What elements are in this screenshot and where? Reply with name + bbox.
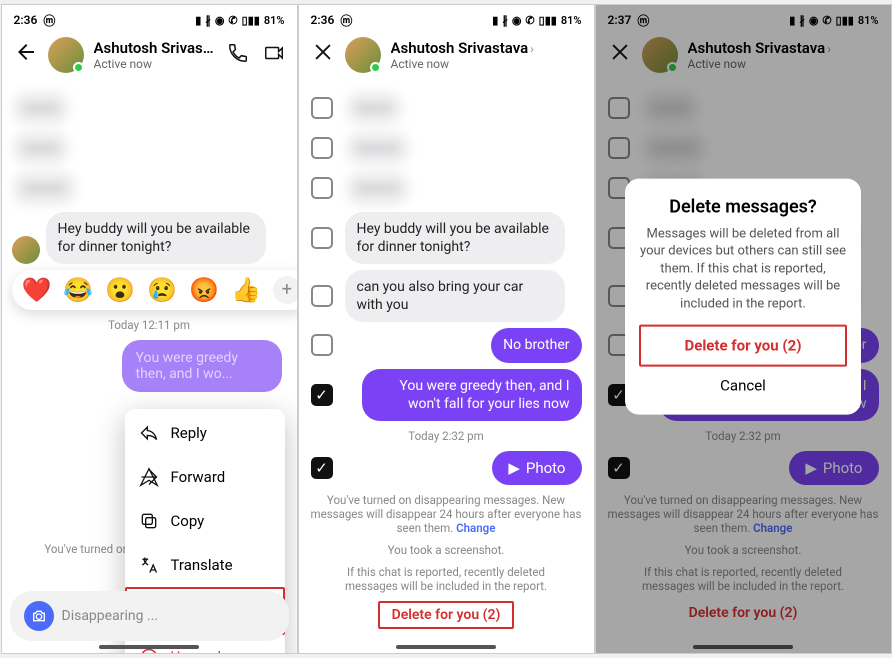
screenshot-panel-2: 2:36ⓜ ▮∦◉✆▯▮▮81% Ashutosh Srivastava› Ac… [298, 4, 595, 654]
nav-pill [396, 645, 496, 649]
contact-name-block[interactable]: Ashutosh Srivastava› Active now [391, 39, 582, 71]
reaction-wow[interactable]: 😮 [105, 276, 135, 304]
screenshot-panel-3: 2:37ⓜ ▮∦◉✆▯▮▮81% Ashutosh Srivastava›Act… [595, 4, 892, 654]
message-blurred: xxxxx [12, 91, 71, 125]
reaction-heart[interactable]: ❤️ [22, 276, 52, 304]
disappearing-notice: You've turned on disappearing messages. … [309, 493, 584, 535]
message-bubble-outgoing-obscured: You were greedy then, and I wo... [122, 340, 282, 392]
audio-call-icon[interactable] [227, 42, 249, 68]
report-notice: If this chat is reported, recently delet… [329, 565, 564, 593]
message-bubble-incoming[interactable]: can you also bring your car with you [345, 270, 565, 322]
status-bar: 2:36 ⓜ ▮ ∦ ◉ ✆ ▯▮▮ 81% [2, 5, 297, 29]
contact-avatar[interactable] [345, 37, 381, 73]
delete-for-you-button[interactable]: Delete for you (2) [378, 601, 515, 629]
back-arrow-icon[interactable] [14, 40, 38, 70]
reaction-sad[interactable]: 😢 [147, 276, 177, 304]
bluetooth-icon: ∦ [205, 14, 211, 27]
timestamp-label: Today 12:11 pm [12, 318, 287, 332]
select-checkbox[interactable] [311, 227, 333, 249]
menu-reply[interactable]: Reply [125, 411, 285, 455]
screenshot-notice: You took a screenshot. [309, 543, 584, 557]
select-checkbox[interactable] [311, 177, 333, 199]
message-bubble-outgoing[interactable]: You were greedy then, and I won't fall f… [362, 369, 582, 421]
vibrate-icon: ▮ [195, 14, 201, 27]
select-checkbox[interactable] [311, 97, 333, 119]
screenshot-panel-1: 2:36 ⓜ ▮ ∦ ◉ ✆ ▯▮▮ 81% Ashutosh Srivast.… [1, 4, 298, 654]
camera-icon[interactable] [24, 601, 54, 631]
message-bubble-incoming[interactable]: Hey buddy will you be available for dinn… [46, 212, 266, 264]
menu-copy[interactable]: Copy [125, 499, 285, 543]
message-blurred: xxxxxx [12, 171, 78, 205]
menu-translate[interactable]: Translate [125, 543, 285, 587]
reaction-picker: ❤️ 😂 😮 😢 😡 👍 + [12, 270, 297, 310]
battery-text: 81% [264, 14, 285, 27]
reaction-angry[interactable]: 😡 [189, 276, 219, 304]
select-checkbox-checked[interactable]: ✓ [311, 457, 333, 479]
call-icon: ✆ [228, 14, 237, 27]
reaction-more-icon[interactable]: + [273, 276, 297, 304]
message-bubble-incoming[interactable]: Hey buddy will you be available for dinn… [345, 212, 565, 264]
dialog-delete-button[interactable]: Delete for you (2) [639, 325, 847, 367]
video-call-icon[interactable] [263, 42, 285, 68]
select-checkbox-checked[interactable]: ✓ [311, 384, 333, 406]
timestamp-label: Today 2:32 pm [309, 429, 584, 443]
menu-forward[interactable]: Forward [125, 455, 285, 499]
clock-time: 2:36 [14, 13, 38, 27]
delete-confirm-dialog: Delete messages? Messages will be delete… [625, 178, 861, 415]
contact-name-block[interactable]: Ashutosh Srivast...› Active now [94, 39, 217, 71]
dialog-body: Messages will be deleted from all your d… [639, 225, 847, 313]
contact-avatar[interactable] [48, 37, 84, 73]
select-checkbox[interactable] [311, 334, 333, 356]
reaction-laugh[interactable]: 😂 [63, 276, 93, 304]
nav-pill [99, 645, 199, 649]
message-blurred: xxxxx [12, 131, 71, 165]
message-bubble-outgoing[interactable]: No brother [491, 328, 581, 362]
select-checkbox[interactable] [311, 137, 333, 159]
photo-message-button[interactable]: ▶ Photo [492, 451, 581, 485]
status-bar: 2:36ⓜ ▮∦◉✆▯▮▮81% [299, 5, 594, 29]
chat-header: Ashutosh Srivast...› Active now [2, 29, 297, 81]
sender-avatar [12, 236, 40, 264]
close-icon[interactable] [311, 41, 335, 69]
online-indicator [73, 62, 84, 73]
dialog-title: Delete messages? [639, 196, 847, 217]
signal-icon: ▯▮▮ [242, 14, 260, 27]
dialog-cancel-button[interactable]: Cancel [639, 367, 847, 405]
wifi-icon: ◉ [215, 14, 225, 27]
message-input-bar[interactable]: Disappearing ... [10, 591, 289, 641]
select-checkbox[interactable] [311, 285, 333, 307]
input-placeholder: Disappearing ... [62, 608, 158, 624]
change-link[interactable]: Change [456, 521, 495, 535]
gmail-icon: ⓜ [43, 12, 55, 29]
play-icon: ▶ [508, 459, 520, 477]
reaction-like[interactable]: 👍 [231, 276, 261, 304]
